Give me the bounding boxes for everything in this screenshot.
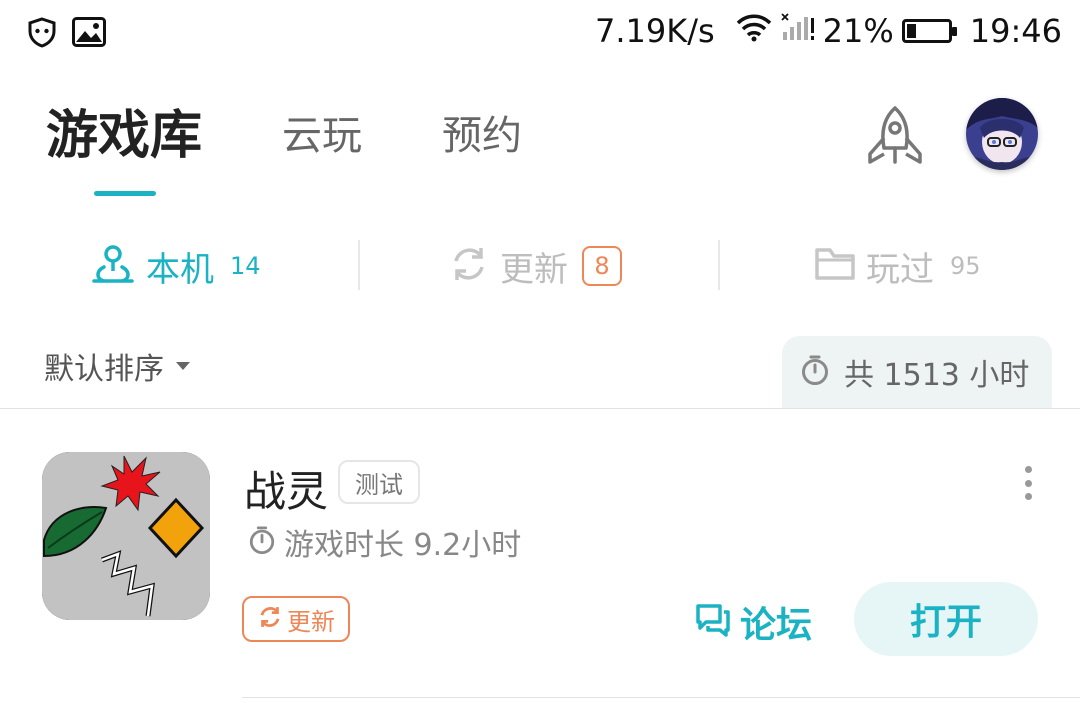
playtime-text: 游戏时长 9.2小时 bbox=[284, 528, 522, 563]
top-tab-bar: 游戏库 云玩 预约 bbox=[46, 100, 602, 172]
tab-game-library[interactable]: 游戏库 bbox=[46, 100, 202, 172]
test-tag: 测试 bbox=[338, 460, 420, 504]
update-button[interactable]: 更新 bbox=[242, 596, 350, 642]
subtab-played[interactable]: 玩过 95 bbox=[814, 236, 981, 296]
divider bbox=[0, 408, 1080, 409]
refresh-icon bbox=[257, 604, 283, 634]
subtab-label: 更新 bbox=[500, 249, 568, 290]
tab-reservation[interactable]: 预约 bbox=[442, 100, 522, 172]
forum-label: 论坛 bbox=[740, 605, 813, 646]
subtab-local[interactable]: 本机 14 bbox=[90, 236, 261, 296]
chat-bubble-icon bbox=[694, 602, 732, 642]
clock: 19:46 bbox=[969, 12, 1062, 50]
active-tab-indicator bbox=[94, 191, 156, 196]
game-title[interactable]: 战灵 bbox=[244, 458, 328, 519]
update-count-badge: 8 bbox=[582, 246, 622, 286]
sub-tab-bar: 本机 14 更新 8 玩过 95 bbox=[0, 236, 1080, 296]
folder-icon bbox=[814, 244, 856, 288]
stopwatch-icon bbox=[800, 354, 830, 390]
game-playtime: 游戏时长 9.2小时 bbox=[248, 520, 521, 564]
cellular-signal-icon bbox=[781, 12, 815, 50]
total-playtime-label: 共 1513 小时 bbox=[844, 358, 1030, 393]
sort-dropdown[interactable]: 默认排序 bbox=[44, 344, 190, 388]
sort-label: 默认排序 bbox=[44, 352, 164, 387]
update-label: 更新 bbox=[287, 607, 335, 636]
subtab-label: 本机 bbox=[146, 249, 214, 290]
forum-button[interactable]: 论坛 bbox=[694, 596, 812, 648]
user-avatar[interactable] bbox=[966, 98, 1038, 170]
battery-percent: 21% bbox=[822, 12, 894, 50]
subtab-count: 95 bbox=[950, 252, 981, 280]
stopwatch-icon bbox=[248, 524, 276, 560]
image-notification-icon bbox=[72, 17, 106, 51]
tab-cloud-play[interactable]: 云玩 bbox=[282, 100, 362, 172]
network-speed: 7.19K/s bbox=[594, 12, 715, 50]
subtab-count: 14 bbox=[230, 252, 261, 280]
status-bar: 7.19K/s 21% 19:46 bbox=[0, 0, 1080, 64]
divider bbox=[358, 240, 360, 290]
local-device-icon bbox=[90, 241, 136, 291]
subtab-label: 玩过 bbox=[866, 249, 934, 290]
rocket-icon[interactable] bbox=[862, 104, 928, 170]
battery-icon bbox=[901, 19, 957, 43]
divider bbox=[242, 697, 1080, 698]
shield-notification-icon bbox=[26, 16, 58, 52]
refresh-icon bbox=[448, 243, 490, 289]
subtab-update[interactable]: 更新 8 bbox=[448, 236, 622, 296]
open-game-button[interactable]: 打开 bbox=[854, 582, 1038, 656]
more-options-icon[interactable] bbox=[1020, 466, 1036, 500]
wifi-icon bbox=[735, 12, 773, 50]
caret-down-icon bbox=[176, 362, 190, 370]
total-playtime: 共 1513 小时 bbox=[782, 336, 1052, 408]
divider bbox=[718, 240, 720, 290]
game-icon[interactable] bbox=[42, 452, 210, 620]
